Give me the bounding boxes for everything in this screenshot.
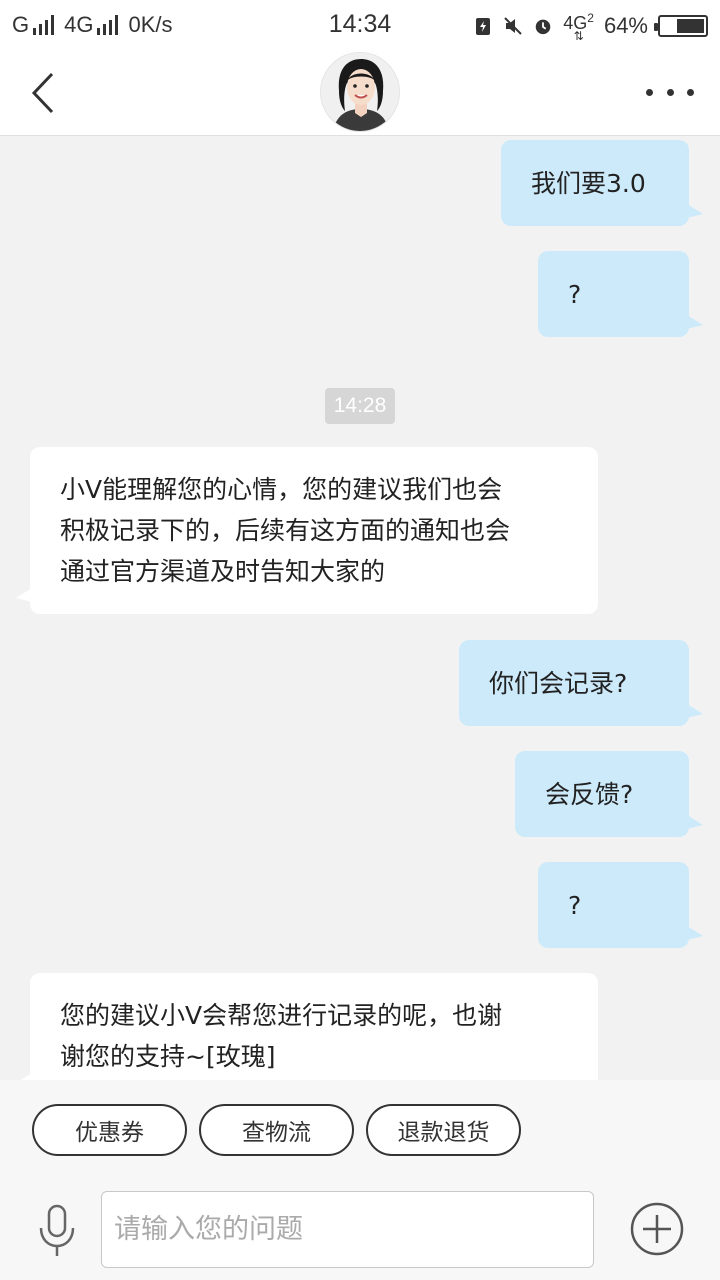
female-agent-avatar-icon (321, 53, 399, 131)
chat-messages[interactable]: 我们要3.0 ? 14:28 小V能理解您的心情，您的建议我们也会 积极记录下的… (0, 137, 720, 1080)
message-line: 您的建议小V会帮您进行记录的呢，也谢 (60, 1001, 503, 1030)
message-text: ? (568, 890, 582, 920)
message-line: 小V能理解您的心情，您的建议我们也会 (60, 475, 503, 504)
dot-icon (646, 88, 653, 96)
message-text: 我们要3.0 (531, 168, 646, 198)
back-button[interactable] (24, 68, 68, 118)
outgoing-message[interactable]: 我们要3.0 (501, 140, 703, 226)
outgoing-message[interactable]: ? (538, 251, 703, 337)
battery-saver-icon (473, 16, 493, 36)
question-input[interactable] (101, 1191, 594, 1268)
status-right: 4G2 ⇅ 64% (473, 10, 708, 43)
voice-input-button[interactable] (36, 1204, 78, 1258)
message-timestamp: 14:28 (325, 388, 395, 424)
message-text: ? (568, 279, 582, 309)
message-line: 通过官方渠道及时告知大家的 (60, 557, 386, 586)
message-line: 谢您的支持~[玫瑰] (60, 1042, 276, 1071)
outgoing-message[interactable]: 你们会记录? (459, 640, 703, 726)
microphone-icon (39, 1204, 75, 1256)
alarm-icon (533, 16, 553, 36)
message-text: 你们会记录? (489, 668, 628, 698)
dot-icon (687, 88, 694, 96)
battery-percent: 64% (603, 12, 648, 38)
plus-circle-icon (630, 1202, 684, 1256)
dot-icon (666, 88, 674, 96)
bottom-panel: 优惠券 查物流 退款退货 (0, 1080, 720, 1280)
network-type-icon: 4G2 ⇅ (563, 11, 594, 43)
quick-action-refund-return[interactable]: 退款退货 (366, 1104, 521, 1156)
incoming-message[interactable]: 您的建议小V会帮您进行记录的呢，也谢 谢您的支持~[玫瑰] (16, 973, 598, 1080)
battery-icon (654, 14, 708, 37)
mute-icon (503, 16, 523, 36)
avatar[interactable] (320, 52, 400, 132)
outgoing-message[interactable]: 会反馈? (515, 751, 703, 837)
status-bar: G 4G 0K/s 14:34 4G2 ⇅ 64% (0, 0, 720, 52)
quick-action-track-logistics[interactable]: 查物流 (199, 1104, 354, 1156)
quick-action-coupon[interactable]: 优惠券 (32, 1104, 187, 1156)
chat-header (0, 52, 720, 136)
outgoing-message[interactable]: ? (538, 862, 703, 948)
message-text: 会反馈? (545, 779, 634, 809)
incoming-message[interactable]: 小V能理解您的心情，您的建议我们也会 积极记录下的，后续有这方面的通知也会 通过… (16, 447, 598, 614)
message-line: 积极记录下的，后续有这方面的通知也会 (60, 516, 511, 545)
more-functions-button[interactable] (630, 1202, 684, 1256)
more-options-button[interactable] (646, 78, 694, 106)
chevron-left-icon (31, 72, 54, 114)
